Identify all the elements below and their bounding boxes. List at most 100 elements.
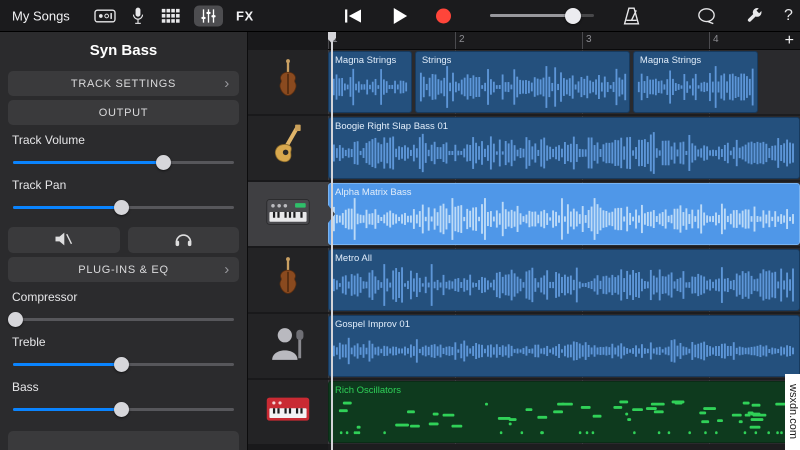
topbar: My Songs FX ? bbox=[0, 0, 800, 32]
audio-waveform bbox=[331, 197, 797, 241]
region-strings[interactable]: Strings bbox=[414, 51, 631, 113]
track-header-red-keyboard[interactable] bbox=[248, 380, 328, 444]
track-header-column bbox=[248, 32, 335, 450]
view-switch-icon[interactable] bbox=[94, 8, 116, 23]
bass-slider[interactable]: Bass bbox=[12, 380, 235, 417]
plugins-eq-label: PLUG-INS & EQ bbox=[78, 263, 169, 276]
region-boogie-right-slap-bass-01[interactable]: Boogie Right Slap Bass 01 bbox=[328, 117, 800, 179]
midi-notes bbox=[331, 395, 797, 439]
timeline-ruler[interactable]: + 1 2 3 4 bbox=[328, 32, 800, 50]
add-section-button[interactable]: + bbox=[785, 32, 794, 50]
audio-waveform bbox=[331, 65, 409, 109]
strings-icon bbox=[271, 255, 305, 306]
selected-track-arrow bbox=[328, 205, 335, 223]
region-gospel-improv-01[interactable]: Gospel Improv 01 bbox=[328, 315, 800, 377]
synth-keyboard-icon bbox=[265, 194, 311, 235]
audio-waveform bbox=[331, 263, 797, 307]
microphone-icon[interactable] bbox=[131, 6, 145, 25]
red-keyboard-icon bbox=[265, 394, 311, 431]
strings-icon bbox=[271, 57, 305, 108]
mute-button[interactable] bbox=[8, 227, 120, 253]
speaker-muted-icon bbox=[53, 231, 74, 250]
track-row: Gospel Improv 01 bbox=[328, 314, 800, 378]
master-volume-slider[interactable] bbox=[490, 7, 594, 24]
headphones-button[interactable] bbox=[127, 227, 239, 253]
slider-label: Compressor bbox=[12, 290, 78, 304]
output-section-header[interactable]: OUTPUT bbox=[8, 100, 239, 125]
volume-fill bbox=[490, 13, 574, 17]
audio-waveform bbox=[418, 65, 627, 109]
ruler-mark: 1 bbox=[332, 34, 338, 45]
bass-guitar-icon bbox=[269, 123, 307, 174]
track-header-bass-guitar[interactable] bbox=[248, 116, 328, 180]
track-row: Magna Strings Strings Magna Strings bbox=[328, 50, 800, 114]
track-header-vocal-mic[interactable] bbox=[248, 314, 328, 378]
fx-button[interactable]: FX bbox=[236, 8, 254, 23]
region-label: Boogie Right Slap Bass 01 bbox=[335, 121, 449, 132]
track-row: Boogie Right Slap Bass 01 bbox=[328, 116, 800, 180]
track-header-strings[interactable] bbox=[248, 248, 328, 312]
slider-thumb[interactable] bbox=[114, 357, 130, 372]
skip-to-start-button[interactable] bbox=[344, 8, 363, 23]
live-loops-grid-icon[interactable] bbox=[161, 8, 180, 24]
volume-thumb[interactable] bbox=[565, 7, 582, 24]
slider-thumb[interactable] bbox=[156, 155, 172, 170]
selected-track-title: Syn Bass bbox=[89, 42, 158, 59]
next-section-header[interactable] bbox=[8, 431, 239, 450]
play-button[interactable] bbox=[392, 7, 408, 25]
slider-thumb[interactable] bbox=[8, 312, 24, 327]
metronome-icon[interactable] bbox=[622, 6, 641, 25]
slider-thumb[interactable] bbox=[114, 200, 130, 215]
slider-label: Bass bbox=[12, 380, 39, 394]
record-icon bbox=[436, 8, 451, 23]
region-label: Rich Oscillators bbox=[335, 385, 401, 396]
track-row: Metro All bbox=[328, 248, 800, 312]
track-header-synth-keyboard[interactable] bbox=[248, 182, 335, 246]
slider-label: Treble bbox=[12, 335, 46, 349]
region-label: Metro All bbox=[335, 253, 372, 264]
region-label: Alpha Matrix Bass bbox=[335, 187, 412, 198]
track-pan-slider[interactable]: Track Pan bbox=[12, 178, 235, 215]
my-songs-button[interactable]: My Songs bbox=[12, 8, 70, 23]
slider-thumb[interactable] bbox=[114, 402, 130, 417]
record-button[interactable] bbox=[436, 8, 451, 23]
audio-waveform bbox=[636, 65, 756, 109]
headphones-icon bbox=[174, 231, 193, 250]
timeline: + 1234 Magna Strings Strings Magna Strings… bbox=[328, 32, 800, 450]
chevron-right-icon: › bbox=[224, 75, 230, 92]
compressor-slider[interactable]: Compressor bbox=[8, 290, 235, 327]
chevron-right-icon: › bbox=[224, 261, 230, 278]
help-button[interactable]: ? bbox=[784, 7, 793, 25]
ruler-mark: 4 bbox=[713, 34, 719, 45]
track-row: Rich Oscillators bbox=[328, 380, 800, 444]
audio-waveform bbox=[331, 131, 797, 175]
region-label: Magna Strings bbox=[335, 55, 397, 66]
output-label: OUTPUT bbox=[98, 106, 149, 119]
plugins-eq-button[interactable]: PLUG-INS & EQ › bbox=[8, 257, 239, 282]
ruler-mark: 2 bbox=[459, 34, 465, 45]
region-label: Magna Strings bbox=[639, 55, 702, 66]
garageband-app: My Songs FX ? Syn Bass TRACK SETTINGS › … bbox=[0, 0, 800, 450]
loop-browser-icon[interactable] bbox=[697, 7, 716, 24]
region-label: Gospel Improv 01 bbox=[335, 319, 410, 330]
track-controls-panel: Syn Bass TRACK SETTINGS › OUTPUT Track V… bbox=[0, 32, 248, 450]
treble-slider[interactable]: Treble bbox=[12, 335, 235, 372]
track-settings-button[interactable]: TRACK SETTINGS › bbox=[8, 71, 239, 96]
wrench-icon[interactable] bbox=[746, 7, 763, 24]
region-magna-strings[interactable]: Magna Strings bbox=[328, 51, 413, 113]
track-row: Alpha Matrix Bass bbox=[328, 182, 800, 246]
slider-label: Track Pan bbox=[12, 178, 67, 192]
watermark: wsxdn.com bbox=[785, 374, 800, 450]
track-volume-slider[interactable]: Track Volume bbox=[12, 133, 235, 170]
region-metro-all[interactable]: Metro All bbox=[328, 249, 800, 311]
region-label: Strings bbox=[421, 55, 452, 66]
slider-label: Track Volume bbox=[12, 133, 85, 147]
region-rich-oscillators[interactable]: Rich Oscillators bbox=[328, 381, 800, 443]
mixer-controls-icon[interactable] bbox=[194, 5, 223, 26]
track-settings-label: TRACK SETTINGS bbox=[70, 77, 177, 90]
mute-solo-row bbox=[8, 227, 239, 253]
region-magna-strings[interactable]: Magna Strings bbox=[632, 51, 759, 113]
track-header-strings[interactable] bbox=[248, 50, 328, 114]
vocal-mic-icon bbox=[269, 323, 307, 370]
region-alpha-matrix-bass[interactable]: Alpha Matrix Bass bbox=[328, 183, 800, 245]
